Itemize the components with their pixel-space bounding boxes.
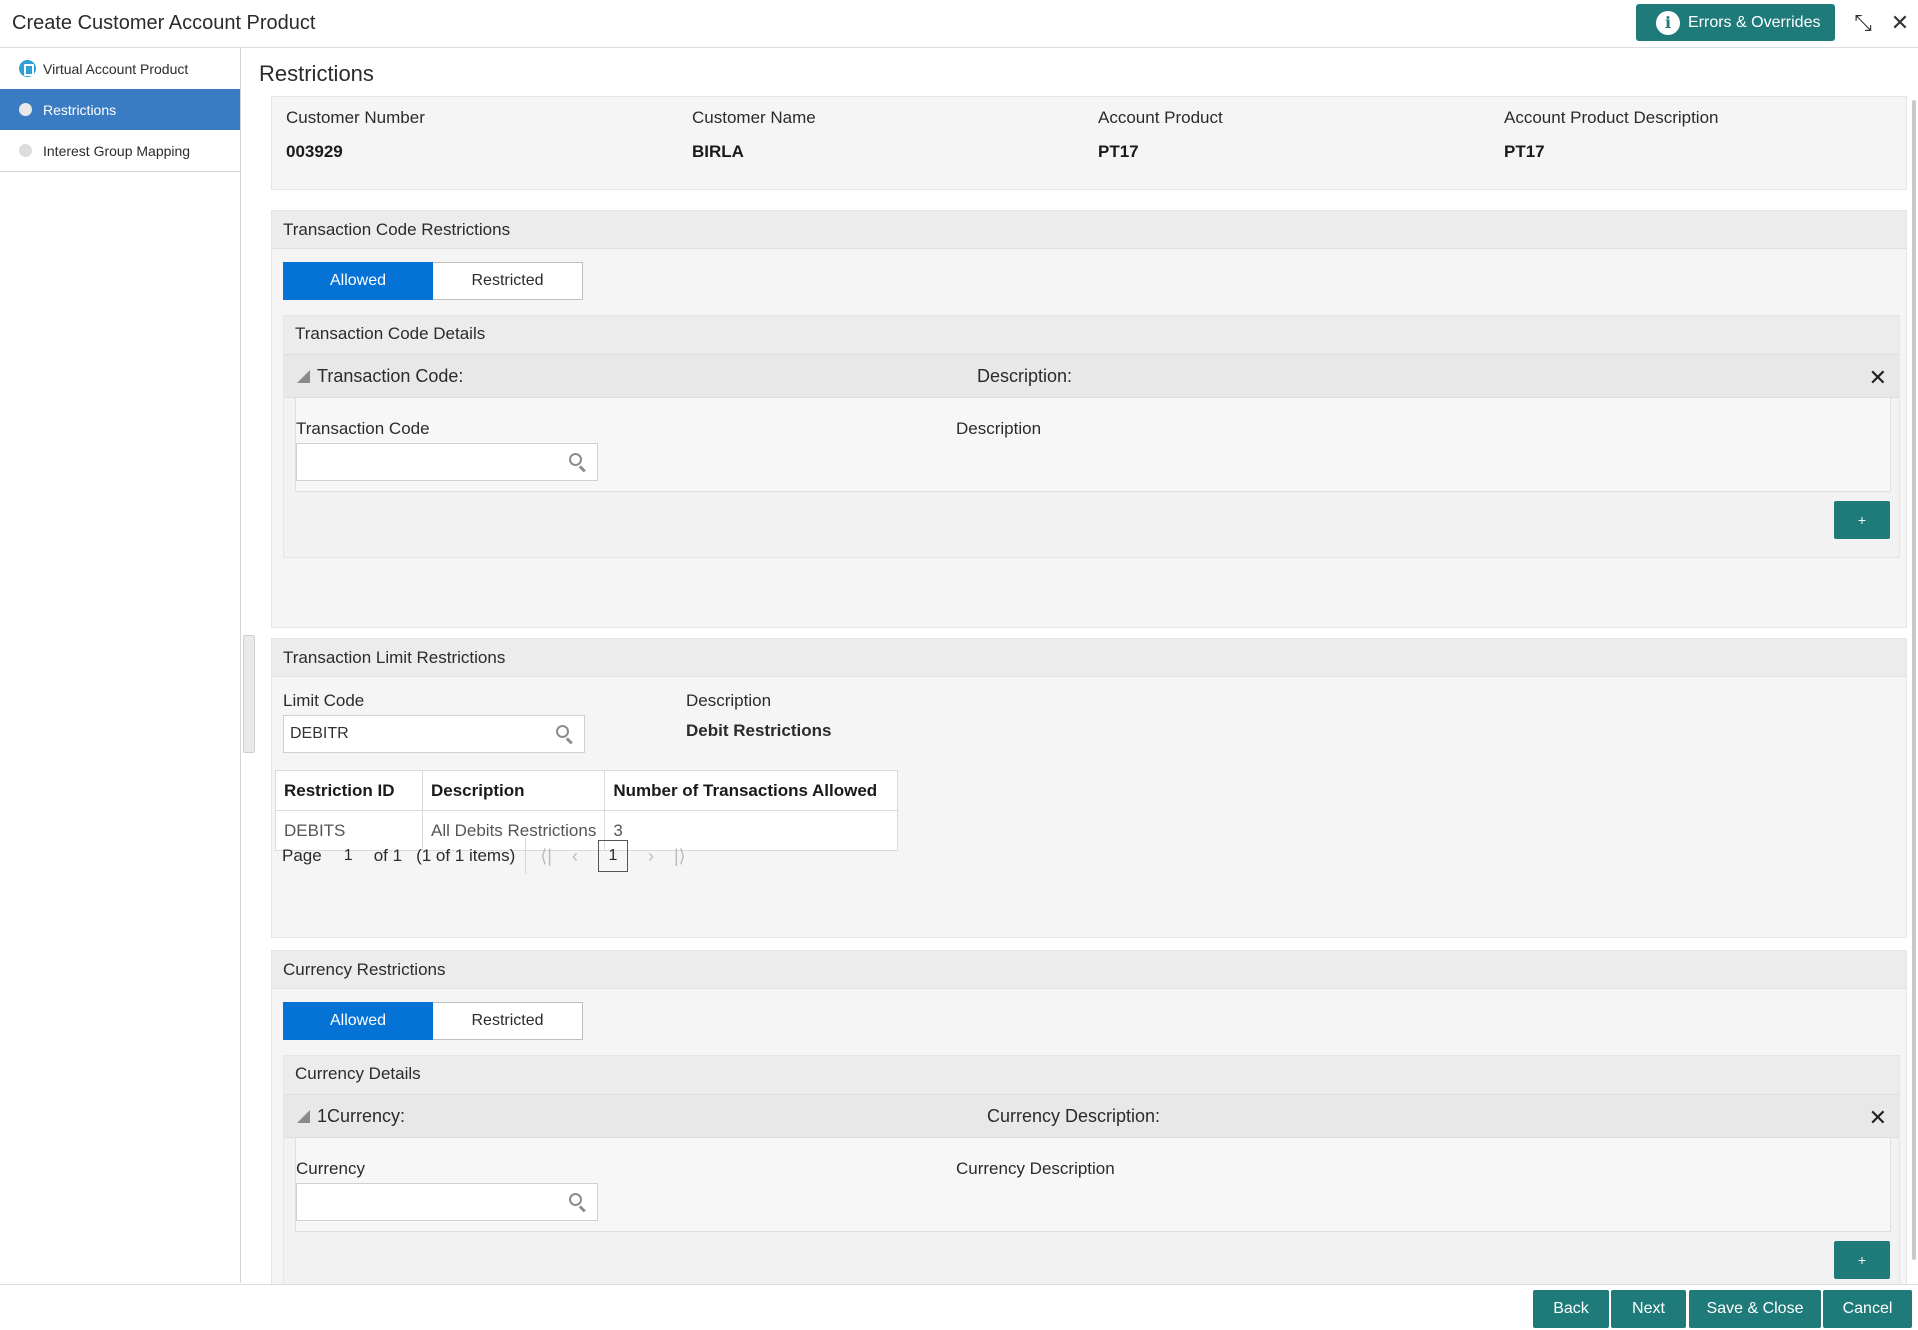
close-icon[interactable]: ✕ [1887, 10, 1913, 36]
remove-row-icon[interactable]: ✕ [1869, 365, 1887, 391]
currency-description-label: Currency Description [956, 1159, 1115, 1178]
info-icon: i [1656, 10, 1680, 35]
account-product-description-value: PT17 [1504, 142, 1545, 161]
sidebar-item-label: Restrictions [43, 101, 117, 118]
search-icon[interactable] [569, 453, 587, 473]
restricted-toggle-button[interactable]: Restricted [433, 1002, 583, 1040]
next-button[interactable]: Next [1611, 1290, 1686, 1328]
row-currency-label: 1Currency: [317, 1106, 406, 1126]
add-transaction-code-button[interactable]: + [1834, 501, 1890, 539]
restricted-toggle-button[interactable]: Restricted [433, 262, 583, 300]
currency-details-panel: Currency Details 1Currency: Currency Des… [283, 1055, 1900, 1298]
page-label: Page [282, 846, 322, 865]
next-page-icon[interactable]: › [648, 846, 654, 867]
allowed-toggle-button[interactable]: Allowed [283, 262, 433, 300]
panel-title: Transaction Code Details [284, 316, 1899, 354]
currency-label: Currency [296, 1159, 365, 1178]
wizard-sidebar: Virtual Account Product Restrictions Int… [0, 48, 241, 1283]
limit-code-label: Limit Code [283, 691, 365, 710]
section-title: Currency Restrictions [272, 951, 1906, 989]
account-summary: Customer Number 003929 Customer Name BIR… [271, 96, 1907, 190]
column-header-description[interactable]: Description [421, 770, 606, 811]
currency-row-header[interactable]: 1Currency: Currency Description: ✕ [284, 1094, 1899, 1138]
save-close-button[interactable]: Save & Close [1689, 1290, 1821, 1328]
vertical-scrollbar[interactable] [1912, 100, 1916, 1260]
row-code-label: Transaction Code: [317, 366, 464, 386]
items-count-label: (1 of 1 items) [416, 846, 516, 865]
window-header: Create Customer Account Product i Errors… [0, 0, 1918, 48]
page-title: Restrictions [259, 61, 374, 86]
cancel-button[interactable]: Cancel [1823, 1290, 1912, 1328]
customer-name-field: Customer Name BIRLA [692, 108, 816, 162]
errors-overrides-label: Errors & Overrides [1688, 13, 1821, 31]
page-of-label: of 1 [373, 846, 403, 865]
footer-bar: Back Next Save & Close Cancel [0, 1284, 1918, 1330]
limit-code-value: DEBITR [290, 725, 349, 742]
step-current-icon [19, 103, 32, 116]
column-header-restriction-id[interactable]: Restriction ID [275, 770, 423, 811]
current-page-button[interactable]: 1 [597, 840, 628, 872]
step-complete-icon [19, 60, 36, 77]
sidebar-item-label: Virtual Account Product [43, 60, 189, 77]
minimize-icon[interactable]: ⤡ [1850, 10, 1876, 36]
limit-code-input[interactable]: DEBITR [283, 715, 585, 753]
step-pending-icon [19, 144, 32, 157]
page-number-input[interactable]: 1 [344, 847, 360, 865]
sidebar-item-label: Interest Group Mapping [43, 142, 191, 159]
first-page-icon[interactable]: ⟨| [540, 846, 552, 867]
transaction-code-restrictions-section: Transaction Code Restrictions Allowed Re… [271, 210, 1907, 628]
grid-pager: Page 1 of 1 (1 of 1 items) ⟨| ‹ 1 › |⟩ [282, 834, 706, 878]
transaction-code-input[interactable] [296, 443, 598, 481]
customer-number-field: Customer Number 003929 [286, 108, 425, 162]
collapse-triangle-icon[interactable] [297, 1110, 310, 1123]
account-product-label: Account Product [1098, 108, 1223, 127]
add-currency-button[interactable]: + [1834, 1241, 1890, 1279]
main-content: Restrictions Customer Number 003929 Cust… [257, 48, 1912, 1318]
limit-description-label: Description [686, 691, 772, 710]
previous-page-icon[interactable]: ‹ [572, 846, 578, 867]
row-description-label: Description: [977, 366, 1073, 386]
currency-toggle: Allowed Restricted [283, 1002, 583, 1040]
account-product-value: PT17 [1098, 142, 1139, 161]
search-icon[interactable] [569, 1193, 587, 1213]
description-label: Description [956, 419, 1042, 438]
sidebar-item-restrictions[interactable]: Restrictions [0, 89, 240, 130]
transaction-code-toggle: Allowed Restricted [283, 262, 583, 300]
account-product-description-label: Account Product Description [1504, 108, 1719, 127]
last-page-icon[interactable]: |⟩ [674, 846, 686, 867]
account-product-field: Account Product PT17 [1098, 108, 1223, 162]
pager-divider [525, 838, 527, 874]
customer-name-label: Customer Name [692, 108, 816, 127]
sidebar-item-interest-group-mapping[interactable]: Interest Group Mapping [0, 130, 240, 171]
customer-number-value: 003929 [286, 142, 343, 161]
currency-input[interactable] [296, 1183, 598, 1221]
transaction-code-row-header[interactable]: Transaction Code: Description: ✕ [284, 354, 1899, 398]
remove-row-icon[interactable]: ✕ [1869, 1105, 1887, 1131]
collapse-triangle-icon[interactable] [297, 370, 310, 383]
transaction-code-label: Transaction Code [296, 419, 430, 438]
sidebar-item-virtual-account-product[interactable]: Virtual Account Product [0, 48, 240, 89]
section-title: Transaction Code Restrictions [272, 211, 1906, 249]
row-currency-description-label: Currency Description: [987, 1106, 1161, 1126]
transaction-code-details-panel: Transaction Code Details Transaction Cod… [283, 315, 1900, 558]
account-product-description-field: Account Product Description PT17 [1504, 108, 1719, 162]
search-icon[interactable] [556, 725, 574, 745]
column-header-number-of-transactions[interactable]: Number of Transactions Allowed [604, 770, 899, 811]
currency-row-body: Currency Currency Description [295, 1138, 1891, 1232]
section-title: Transaction Limit Restrictions [272, 639, 1906, 677]
window-title: Create Customer Account Product [12, 12, 316, 34]
transaction-code-row-body: Transaction Code Description [295, 398, 1891, 492]
panel-title: Currency Details [284, 1056, 1899, 1094]
allowed-toggle-button[interactable]: Allowed [283, 1002, 433, 1040]
grid-header-row: Restriction ID Description Number of Tra… [275, 770, 899, 811]
customer-number-label: Customer Number [286, 108, 425, 127]
currency-restrictions-section: Currency Restrictions Allowed Restricted… [271, 950, 1907, 1318]
sidebar-collapse-handle[interactable] [243, 635, 255, 753]
limit-description-value: Debit Restrictions [686, 721, 832, 740]
back-button[interactable]: Back [1533, 1290, 1609, 1328]
customer-name-value: BIRLA [692, 142, 744, 161]
errors-overrides-button[interactable]: i Errors & Overrides [1636, 4, 1835, 41]
